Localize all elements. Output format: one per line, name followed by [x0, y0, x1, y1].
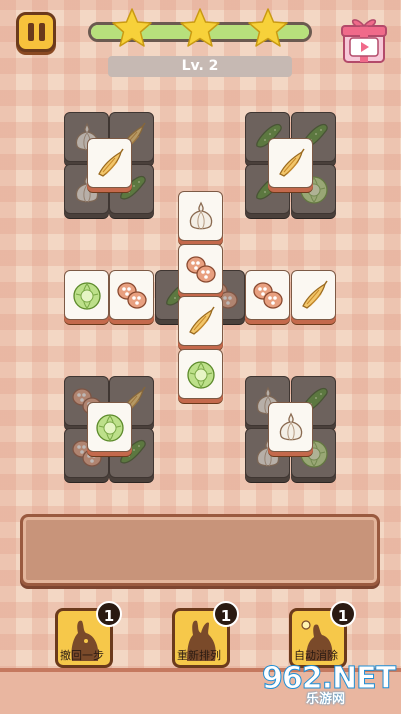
cabbage-icon [184, 357, 218, 391]
lotus-root-icon [251, 278, 285, 312]
tile-bamboo-shoot[interactable] [291, 270, 336, 320]
lotus-root-icon [184, 252, 218, 286]
undo-count-badge: 1 [96, 601, 122, 627]
star-icon [110, 6, 154, 50]
gift-box-icon [341, 19, 387, 63]
tile-garlic[interactable] [268, 402, 313, 452]
star-icon [246, 6, 290, 50]
level-label: Lv. 2 [108, 56, 292, 77]
undo-label: 撤回一步 [60, 649, 104, 662]
tile-cabbage[interactable] [178, 349, 223, 399]
tile-lotus-root[interactable] [109, 270, 154, 320]
tile-lotus-root[interactable] [245, 270, 290, 320]
cabbage-icon [93, 410, 127, 444]
garlic-icon [274, 410, 308, 444]
undo-button[interactable]: 1 撤回一步 [55, 601, 122, 668]
auto-clear-count-badge: 1 [330, 601, 356, 627]
bamboo-shoot-icon [93, 146, 127, 180]
shuffle-button[interactable]: 1 重新排列 [172, 601, 239, 668]
tile-cabbage[interactable] [64, 270, 109, 320]
pause-button[interactable] [16, 12, 56, 52]
tile-lotus-root[interactable] [178, 244, 223, 294]
tile-bamboo-shoot[interactable] [268, 138, 313, 188]
pause-icon [27, 23, 34, 41]
site-watermark: 962.NET 乐游网 [262, 663, 398, 710]
bamboo-shoot-icon [184, 304, 218, 338]
tile-bamboo-shoot[interactable] [178, 296, 223, 346]
tile-slot-tray [20, 514, 380, 586]
bamboo-shoot-icon [274, 146, 308, 180]
cabbage-icon [70, 278, 104, 312]
tile-cabbage[interactable] [87, 402, 132, 452]
lotus-root-icon [115, 278, 149, 312]
tile-bamboo-shoot[interactable] [87, 138, 132, 188]
shuffle-count-badge: 1 [213, 601, 239, 627]
bamboo-shoot-icon [297, 278, 331, 312]
tile-garlic[interactable] [178, 191, 223, 241]
gift-video-reward-button[interactable] [338, 14, 390, 66]
auto-clear-button[interactable]: 1 自动消除 [289, 601, 356, 668]
garlic-icon [184, 199, 218, 233]
shuffle-label: 重新排列 [177, 649, 221, 662]
star-icon [178, 6, 222, 50]
